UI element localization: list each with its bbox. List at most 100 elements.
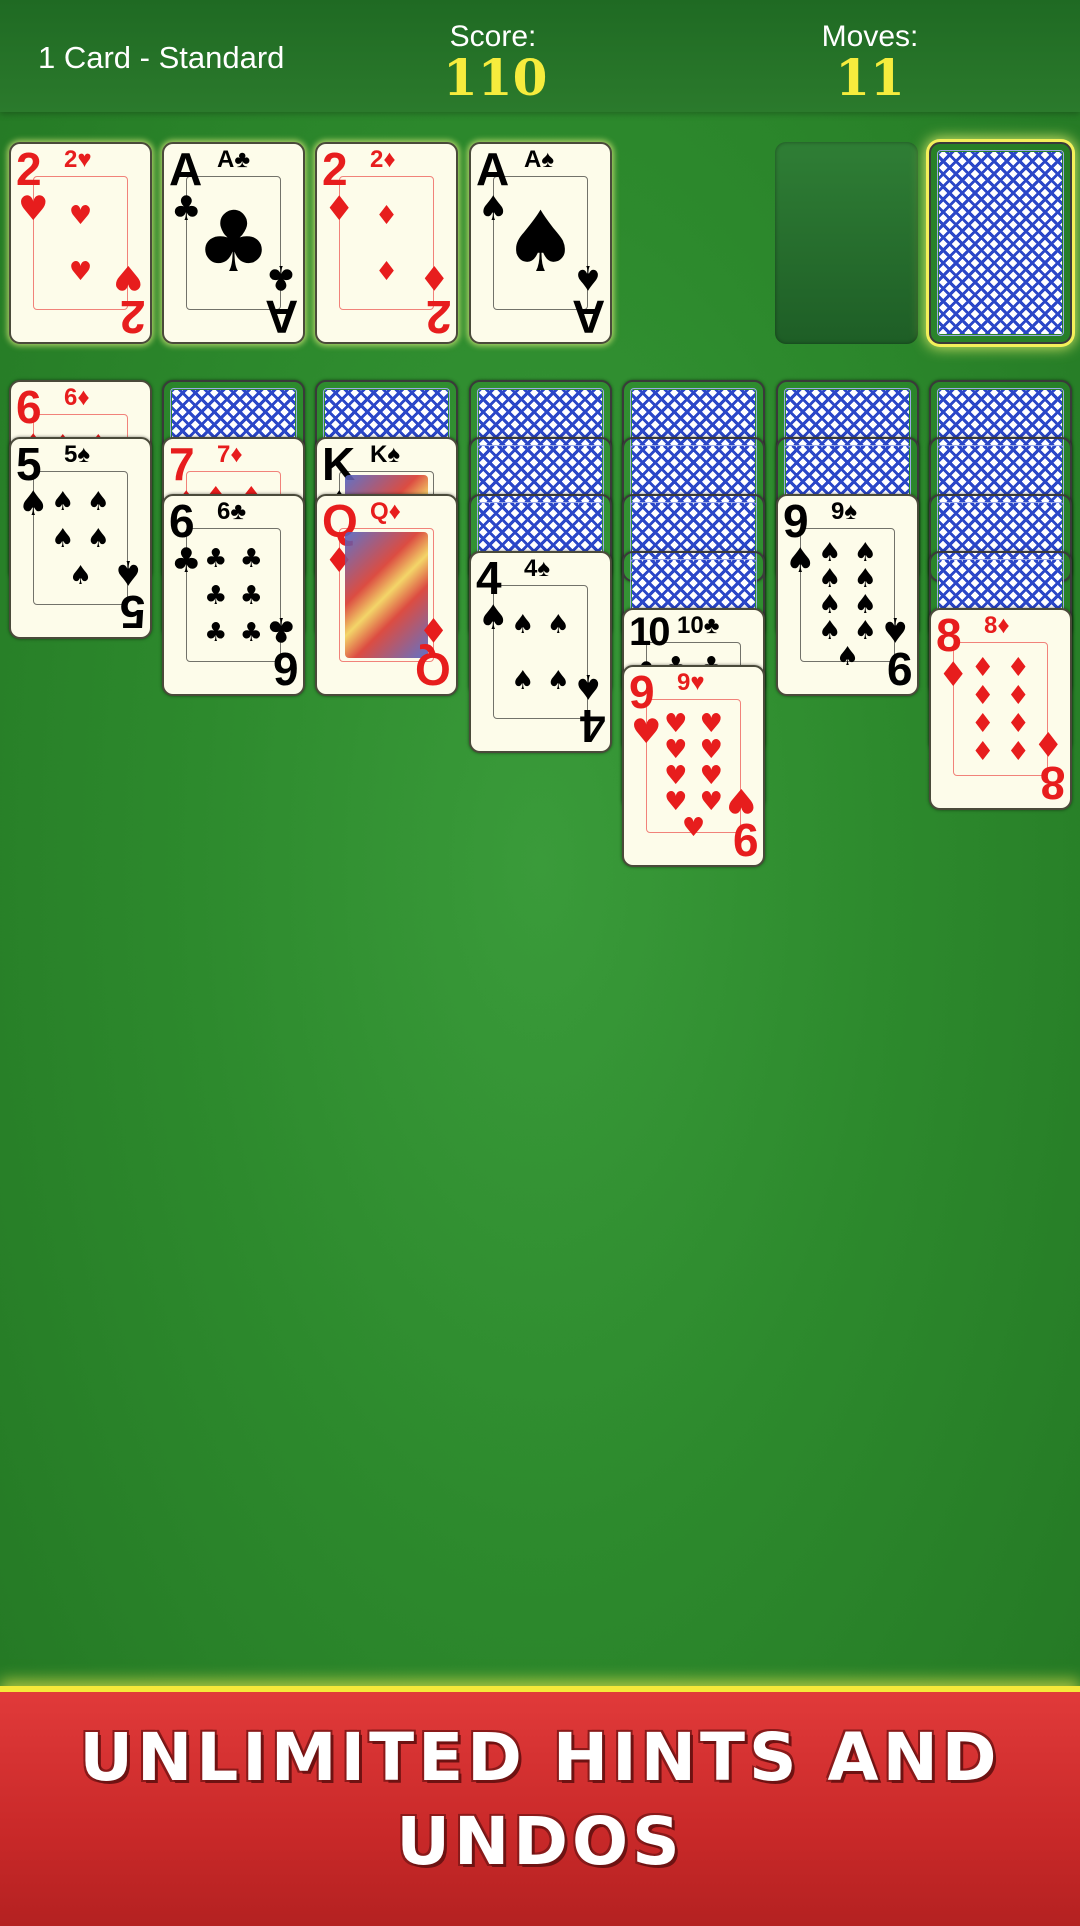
playing-card[interactable]: Q ♦ Q♦ Q ♦ <box>315 494 458 696</box>
pip-icon: ♦ <box>971 737 995 767</box>
pip-icon: ♦ <box>971 681 995 711</box>
pip-icon: ♠ <box>853 538 877 568</box>
card-mini-index: K♠ <box>367 443 404 467</box>
promo-banner: UNLIMITED HINTS AND UNDOS <box>0 1686 1080 1926</box>
card-rank: 5 <box>16 438 42 490</box>
card-suit-icon: ♠ <box>785 541 816 581</box>
card-rank: 8 <box>936 609 962 661</box>
pip-icon: ♠ <box>818 590 842 620</box>
card-rank: A <box>476 143 510 195</box>
foundation-pile-1[interactable]: 2 ♥ 2♥ ♥ ♥ 2 ♥ <box>9 142 152 344</box>
pip-icon: ♣ <box>204 618 228 649</box>
pip-icon: ♦ <box>1006 681 1030 711</box>
pip-icon: ♠ <box>853 616 877 646</box>
card-rank-bottom: 8 <box>1039 757 1065 809</box>
card-mini-index: 5♠ <box>61 443 94 467</box>
card-mini-index: 9♠ <box>828 500 861 524</box>
pip-icon: ♠ <box>511 666 535 696</box>
pip-icon: ♥ <box>664 709 688 739</box>
pip-icon: ♦ <box>971 653 995 683</box>
pip-icon: ♦ <box>1006 709 1030 739</box>
card-corner-bottom: 6 ♣ <box>265 609 298 695</box>
card-rank-bottom: 6 <box>272 643 298 695</box>
card-suit-bottom-icon: ♥ <box>725 780 756 820</box>
pip-icon: ♥ <box>681 813 706 843</box>
card-mini-index: A♣ <box>214 148 254 172</box>
pip-icon: ♥ <box>699 787 723 817</box>
pip-icon: ♥ <box>664 735 688 765</box>
card-mini-index: 6♣ <box>214 500 250 524</box>
promo-line-2: UNDOS <box>396 1803 684 1880</box>
playing-card[interactable]: 6 ♣ 6♣ ♣ ♣ ♣ ♣ ♣ ♣ 6 ♣ <box>162 494 305 696</box>
card-suit-icon: ♥ <box>631 712 662 752</box>
pip-icon: ♠ <box>818 616 842 646</box>
card-mini-index: 9♥ <box>674 671 708 695</box>
card-pips: ♣ ♣ ♣ ♣ ♣ ♣ <box>198 540 269 652</box>
pip-icon: ♠ <box>86 523 110 554</box>
card-suit-bottom-icon: ♠ <box>572 257 603 297</box>
card-corner-bottom: Q ♦ <box>415 609 451 695</box>
card-rank: 6 <box>169 495 195 547</box>
pip-icon: ♥ <box>664 787 688 817</box>
card-rank: 6 <box>16 381 42 433</box>
pip-icon: ♣ <box>204 543 228 574</box>
pip-icon: ♦ <box>374 257 399 287</box>
card-corner-bottom: 5 ♠ <box>113 552 145 638</box>
pip-icon: ♠ <box>818 538 842 568</box>
playing-card[interactable]: 5 ♠ 5♠ ♠ ♠ ♠ ♠ ♠ 5 ♠ <box>9 437 152 639</box>
waste-pile-empty[interactable] <box>775 142 918 344</box>
card-pips: ♦ ♦ <box>351 188 422 300</box>
card-pips: ♦ ♦ ♦ ♦ ♦ ♦ ♦ ♦ <box>965 654 1036 766</box>
card-corner-bottom: A ♣ <box>265 257 298 343</box>
card-rank: 9 <box>629 666 655 718</box>
promo-text: UNLIMITED HINTS AND UNDOS <box>0 1716 1080 1884</box>
pip-icon: ♠ <box>546 610 570 640</box>
card-rank-bottom: A <box>571 291 605 343</box>
pip-icon: ♥ <box>664 761 688 791</box>
card-suit-icon: ♠ <box>18 484 49 524</box>
card-suit-bottom-icon: ♥ <box>112 257 143 297</box>
pip-icon: ♣ <box>239 618 263 649</box>
pip-icon: ♥ <box>699 735 723 765</box>
card-corner-bottom: A ♠ <box>571 257 605 343</box>
card-suit-bottom-icon: ♣ <box>265 609 296 649</box>
moves-value: 11 <box>835 48 905 107</box>
moves-display: Moves: 11 <box>810 20 930 103</box>
pip-icon: ♠ <box>68 561 93 592</box>
foundation-pile-4[interactable]: A ♠ A♠ ♠ A ♠ <box>469 142 612 344</box>
pip-icon: ♣ <box>204 580 228 611</box>
pip-icon: ♦ <box>971 709 995 739</box>
card-suit-bottom-icon: ♣ <box>265 257 296 297</box>
stock-pile[interactable] <box>929 142 1072 344</box>
pip-icon: ♠ <box>835 642 860 672</box>
card-mini-index: 8♦ <box>981 614 1013 638</box>
pip-icon: ♦ <box>374 201 399 231</box>
card-corner-bottom: 8 ♦ <box>1032 723 1065 809</box>
card-rank: 7 <box>169 438 195 490</box>
card-rank-bottom: 2 <box>425 291 451 343</box>
foundation-pile-2[interactable]: A ♣ A♣ ♣ A ♣ <box>162 142 305 344</box>
pip-icon: ♣ <box>239 543 263 574</box>
card-rank: 4 <box>476 552 502 604</box>
card-suit-icon: ♦ <box>324 189 355 229</box>
playing-card[interactable]: 8 ♦ 8♦ ♦ ♦ ♦ ♦ ♦ ♦ ♦ ♦ 8 ♦ <box>929 608 1072 810</box>
card-mini-index: 2♦ <box>367 148 399 172</box>
foundation-pile-3[interactable]: 2 ♦ 2♦ ♦ ♦ 2 ♦ <box>315 142 458 344</box>
card-suit-bottom-icon: ♦ <box>1032 723 1063 763</box>
card-suit-bottom-icon: ♠ <box>572 666 603 706</box>
card-mini-index: Q♦ <box>367 500 404 524</box>
playing-card[interactable]: 9 ♠ 9♠ ♠ ♠ ♠ ♠ ♠ ♠ ♠ ♠ ♠ 9 ♠ <box>776 494 919 696</box>
card-corner-bottom: 9 ♥ <box>725 780 758 866</box>
card-rank-bottom: 5 <box>119 586 145 638</box>
card-mini-index: A♠ <box>521 148 558 172</box>
playing-card[interactable]: 4 ♠ 4♠ ♠ ♠ ♠ ♠ 4 ♠ <box>469 551 612 753</box>
card-rank: A <box>169 143 203 195</box>
card-pips: ♥ ♥ ♥ ♥ ♥ ♥ ♥ ♥ ♥ <box>658 709 729 841</box>
playing-card[interactable]: 9 ♥ 9♥ ♥ ♥ ♥ ♥ ♥ ♥ ♥ ♥ ♥ 9 ♥ <box>622 665 765 867</box>
top-bar: 1 Card - Standard Score: 110 Moves: 11 <box>0 0 1080 112</box>
card-mini-index: 4♠ <box>521 557 554 581</box>
pip-icon: ♦ <box>1006 653 1030 683</box>
card-mini-index: 2♥ <box>61 148 95 172</box>
card-pips: ♠ ♠ ♠ ♠ ♠ <box>45 483 116 595</box>
card-rank-bottom: 9 <box>732 814 758 866</box>
